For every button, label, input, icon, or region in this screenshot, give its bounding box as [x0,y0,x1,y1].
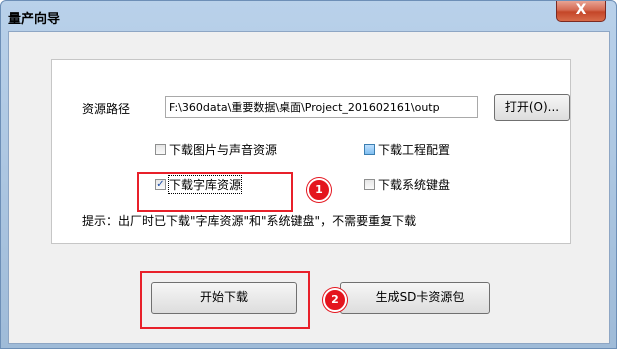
checkbox-project-config[interactable] [364,144,375,155]
window-title: 量产向导 [8,12,61,27]
step-badge-2: 2 [323,288,347,312]
option-label-system-keyboard: 下载系统键盘 [378,178,451,192]
close-icon: X [575,2,587,18]
checkbox-images-sounds[interactable] [155,144,166,155]
title-bar[interactable]: 量产向导 X [1,1,616,31]
generate-sd-label: 生成SD卡资源包 [375,290,465,304]
close-button[interactable]: X [556,1,606,22]
step-badge-2-number: 2 [331,293,339,306]
hint-text: 提示：出厂时已下载"字库资源"和"系统键盘"，不需要重复下载 [82,214,417,228]
option-download-system-keyboard[interactable]: 下载系统键盘 [364,176,450,193]
step-badge-1: 1 [307,178,331,202]
open-button-label: 打开(O)... [504,100,560,114]
option-download-project-config[interactable]: 下载工程配置 [364,141,450,158]
resource-path-input[interactable] [165,96,478,118]
checkbox-system-keyboard[interactable] [364,179,375,190]
option-label-project-config: 下载工程配置 [378,143,451,157]
resource-path-label: 资源路径 [82,102,131,116]
highlight-box-2 [140,271,310,329]
option-download-images-sounds[interactable]: 下载图片与声音资源 [155,141,277,158]
option-label-images-sounds: 下载图片与声音资源 [169,143,278,157]
options-panel: 资源路径 打开(O)... 下载图片与声音资源 下载工程配置 ✓ 下载字库资源 … [51,59,571,244]
generate-sd-package-button[interactable]: 生成SD卡资源包 [340,282,490,314]
highlight-box-1 [137,172,293,212]
open-button[interactable]: 打开(O)... [494,94,570,121]
step-badge-1-number: 1 [315,183,323,196]
